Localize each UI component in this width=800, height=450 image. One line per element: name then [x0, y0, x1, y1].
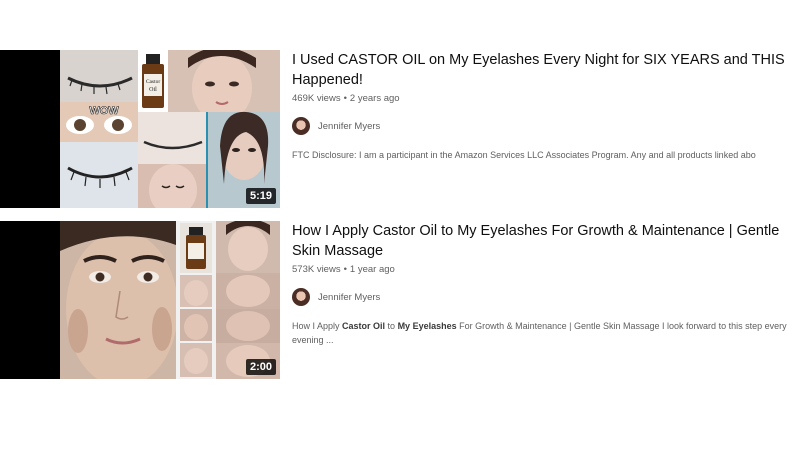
view-count: 469K views [292, 93, 341, 104]
channel-link[interactable]: Jennifer Myers [292, 117, 800, 135]
video-thumbnail[interactable]: Castor Oil WOW 5:19 [0, 50, 280, 208]
video-duration: 5:19 [245, 188, 276, 204]
thumbnail-wow-text: WOW [89, 105, 119, 117]
channel-name[interactable]: Jennifer Myers [318, 292, 380, 303]
video-metadata: 573K views • 1 year ago [292, 264, 800, 275]
description-text: to [385, 321, 398, 331]
avatar[interactable] [292, 288, 310, 306]
video-description: FTC Disclosure: I am a participant in th… [292, 150, 756, 160]
description-text: How I Apply [292, 321, 343, 331]
description-highlight: Castor Oil [342, 321, 386, 331]
video-title[interactable]: How I Apply Castor Oil to My Eyelashes F… [292, 221, 800, 261]
video-result: Castor Oil WOW 5:19 I Used CASTOR OIL on… [0, 50, 800, 210]
video-title[interactable]: I Used CASTOR OIL on My Eyelashes Every … [292, 50, 800, 90]
meta-separator: • [343, 264, 347, 275]
svg-text:Castor: Castor [146, 79, 161, 85]
video-info: I Used CASTOR OIL on My Eyelashes Every … [292, 50, 800, 162]
video-description: How I Apply Castor Oil to My Eyelashes F… [292, 319, 800, 347]
meta-separator: • [343, 93, 347, 104]
video-metadata: 469K views • 2 years ago [292, 93, 800, 104]
thumbnail-collage: Castor Oil WOW [60, 50, 280, 208]
upload-age: 2 years ago [349, 93, 400, 104]
channel-link[interactable]: Jennifer Myers [292, 288, 800, 306]
avatar[interactable] [292, 117, 310, 135]
video-info: How I Apply Castor Oil to My Eyelashes F… [292, 221, 800, 347]
video-result: 2:00 How I Apply Castor Oil to My Eyelas… [0, 221, 800, 381]
view-count: 573K views [292, 264, 341, 275]
video-thumbnail[interactable]: 2:00 [0, 221, 280, 379]
description-highlight: My Eyelashes [397, 321, 457, 331]
svg-text:Oil: Oil [149, 87, 157, 93]
video-duration: 2:00 [245, 359, 276, 375]
thumbnail-collage [60, 221, 280, 379]
channel-name[interactable]: Jennifer Myers [318, 121, 380, 132]
upload-age: 1 year ago [349, 264, 395, 275]
